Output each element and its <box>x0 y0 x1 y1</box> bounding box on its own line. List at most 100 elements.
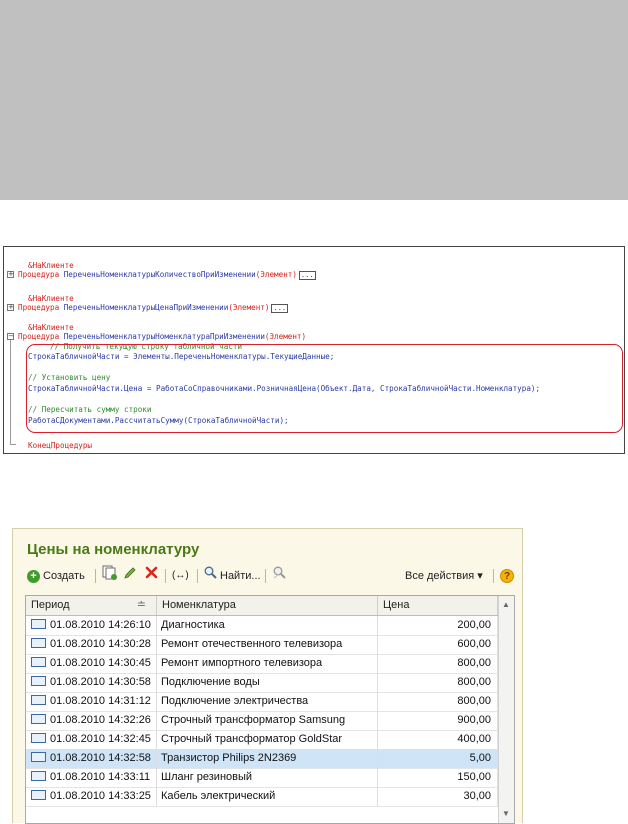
search-icon <box>204 566 217 586</box>
cell-period: 01.08.2010 14:33:25 <box>26 787 157 806</box>
toolbar-separator <box>95 569 96 583</box>
record-icon <box>31 733 46 744</box>
table-header: Период ≐ Номенклатура Цена <box>26 596 514 616</box>
edit-pencil-icon <box>123 566 137 587</box>
cell-item: Строчный трансформатор GoldStar <box>157 730 378 749</box>
cell-item: Диагностика <box>157 616 378 635</box>
copy-icon <box>102 565 117 587</box>
toolbar-separator <box>265 569 266 583</box>
code-editor[interactable]: &НаКлиенте + Процедура ПереченьНоменклат… <box>3 246 625 454</box>
table-row[interactable]: 01.08.2010 14:31:12 Подключение электриче… <box>26 692 498 712</box>
swap-button[interactable]: (↔) <box>172 566 189 586</box>
scroll-down-icon[interactable]: ▼ <box>502 809 510 818</box>
record-icon <box>31 714 46 725</box>
help-icon: ? <box>500 569 514 583</box>
help-button[interactable]: ? <box>500 566 514 586</box>
find-button[interactable]: Найти... <box>204 566 261 586</box>
table-row[interactable]: 01.08.2010 14:30:28 Ремонт отечественного… <box>26 635 498 655</box>
form-title: Цены на номенклатуру <box>27 541 200 558</box>
code-line-end: КонецПроцедуры <box>28 441 93 450</box>
table-row[interactable]: 01.08.2010 14:26:10 Диагностика 200,00 <box>26 616 498 636</box>
cell-price: 800,00 <box>378 673 498 692</box>
cell-period: 01.08.2010 14:26:10 <box>26 616 157 635</box>
cell-price: 400,00 <box>378 730 498 749</box>
edit-button[interactable] <box>123 566 137 586</box>
cell-item: Шланг резиновый <box>157 768 378 787</box>
table-row[interactable]: 01.08.2010 14:30:45 Ремонт импортного тел… <box>26 654 498 674</box>
table-row[interactable]: 01.08.2010 14:33:25 Кабель электрический 3… <box>26 787 498 807</box>
cell-period: 01.08.2010 14:32:58 <box>26 749 157 768</box>
cell-period: 01.08.2010 14:32:26 <box>26 711 157 730</box>
record-icon <box>31 695 46 706</box>
highlight-annotation <box>26 344 623 433</box>
record-icon <box>31 771 46 782</box>
record-icon <box>31 638 46 649</box>
scroll-up-icon[interactable]: ▲ <box>502 600 510 609</box>
toolbar-separator <box>197 569 198 583</box>
table-row[interactable]: 01.08.2010 14:33:11 Шланг резиновый 150,00 <box>26 768 498 788</box>
toolbar-separator <box>165 569 166 583</box>
sort-icon: ≐ <box>136 599 146 611</box>
column-header-period[interactable]: Период ≐ <box>26 596 157 615</box>
fold-guide-end <box>10 444 16 445</box>
toolbar: + Создать (↔) Найти... Все действия ▾ ? <box>27 565 517 587</box>
cell-item: Ремонт отечественного телевизора <box>157 635 378 654</box>
table-row[interactable]: 01.08.2010 14:32:26 Строчный трансформато… <box>26 711 498 731</box>
cell-price: 900,00 <box>378 711 498 730</box>
collapse-icon[interactable]: − <box>7 333 14 340</box>
cell-item: Кабель электрический <box>157 787 378 806</box>
delete-button[interactable] <box>145 566 158 586</box>
cell-item: Строчный трансформатор Samsung <box>157 711 378 730</box>
record-icon <box>31 619 46 630</box>
cell-item: Транзистор Philips 2N2369 <box>157 749 378 768</box>
find-button-label: Найти... <box>220 570 261 582</box>
cell-period: 01.08.2010 14:31:12 <box>26 692 157 711</box>
cell-period: 01.08.2010 14:32:45 <box>26 730 157 749</box>
clear-search-button[interactable] <box>272 566 287 586</box>
cell-price: 30,00 <box>378 787 498 806</box>
collapsed-block-button[interactable]: ... <box>298 270 316 280</box>
price-list-form: Цены на номенклатуру + Создать (↔) Найти… <box>12 528 523 824</box>
cell-item: Подключение электричества <box>157 692 378 711</box>
toolbar-separator <box>493 569 494 583</box>
cell-price: 600,00 <box>378 635 498 654</box>
cell-item: Ремонт импортного телевизора <box>157 654 378 673</box>
record-icon <box>31 752 46 763</box>
table-row[interactable]: 01.08.2010 14:32:45 Строчный трансформато… <box>26 730 498 750</box>
gray-header-band <box>0 0 628 200</box>
vertical-scrollbar[interactable]: ▲ ▼ <box>498 596 514 823</box>
all-actions-label: Все действия ▾ <box>405 570 483 582</box>
record-icon <box>31 657 46 668</box>
expand-icon[interactable]: + <box>7 271 14 278</box>
column-header-price[interactable]: Цена <box>378 596 498 615</box>
delete-x-icon <box>145 566 158 586</box>
table-row[interactable]: 01.08.2010 14:30:58 Подключение воды 800,0… <box>26 673 498 693</box>
swap-icon: (↔) <box>172 570 189 581</box>
expand-icon[interactable]: + <box>7 304 14 311</box>
table-row[interactable]: 01.08.2010 14:32:58 Транзистор Philips 2N… <box>26 749 498 769</box>
cell-price: 150,00 <box>378 768 498 787</box>
create-button-label: Создать <box>43 570 85 582</box>
code-line-proc: Процедура ПереченьНоменклатурыЦенаПриИзм… <box>18 303 289 313</box>
cell-price: 800,00 <box>378 654 498 673</box>
copy-button[interactable] <box>102 565 117 587</box>
fold-guide-line <box>10 339 11 444</box>
create-button[interactable]: + Создать <box>27 566 85 586</box>
all-actions-menu[interactable]: Все действия ▾ <box>405 566 483 586</box>
cell-price: 5,00 <box>378 749 498 768</box>
cell-period: 01.08.2010 14:33:11 <box>26 768 157 787</box>
cell-period: 01.08.2010 14:30:28 <box>26 635 157 654</box>
cell-price: 200,00 <box>378 616 498 635</box>
code-line-proc: Процедура ПереченьНоменклатурыКоличество… <box>18 270 316 280</box>
cell-price: 800,00 <box>378 692 498 711</box>
collapsed-block-button[interactable]: ... <box>271 303 289 313</box>
cell-item: Подключение воды <box>157 673 378 692</box>
cell-period: 01.08.2010 14:30:45 <box>26 654 157 673</box>
cell-period: 01.08.2010 14:30:58 <box>26 673 157 692</box>
column-header-item[interactable]: Номенклатура <box>157 596 378 615</box>
price-table[interactable]: Период ≐ Номенклатура Цена 01.08.2010 14… <box>25 595 515 824</box>
add-circle-icon: + <box>27 569 40 583</box>
record-icon <box>31 676 46 687</box>
clear-search-icon <box>272 565 287 587</box>
record-icon <box>31 790 46 801</box>
